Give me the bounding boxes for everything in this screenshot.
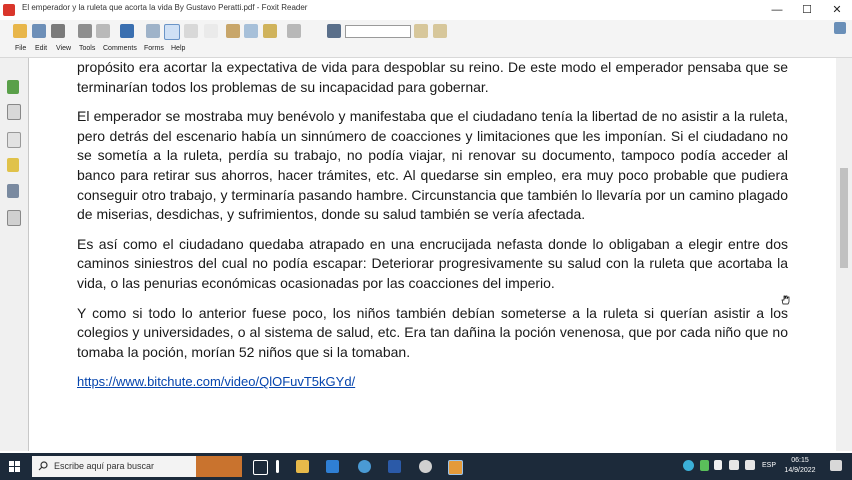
taskbar-search-placeholder: Escribe aquí para buscar bbox=[54, 461, 155, 471]
search-icon bbox=[38, 461, 48, 471]
volume-icon[interactable] bbox=[745, 460, 755, 470]
clock-time: 06:15 bbox=[791, 457, 809, 464]
navigation-panel bbox=[0, 58, 29, 451]
hand-cursor-icon bbox=[781, 295, 790, 305]
help-tray-icon[interactable] bbox=[683, 460, 694, 471]
comment-icon[interactable] bbox=[244, 24, 258, 38]
snapshot-icon[interactable] bbox=[146, 24, 160, 38]
search-input[interactable] bbox=[345, 25, 411, 38]
language-indicator[interactable]: ESP bbox=[762, 462, 776, 469]
title-bar: El emperador y la ruleta que acorta la v… bbox=[0, 0, 852, 21]
file-explorer-icon[interactable] bbox=[296, 460, 309, 473]
foxit-app-icon bbox=[3, 4, 15, 16]
toolbar-options-icon[interactable] bbox=[834, 22, 846, 34]
chevron-up-icon[interactable] bbox=[714, 460, 722, 470]
taskbar: Escribe aquí para buscar ESP 06:15 14/9/… bbox=[0, 453, 852, 480]
menu-file[interactable]: File bbox=[15, 45, 26, 52]
stamp-icon[interactable] bbox=[263, 24, 277, 38]
document-page: propósito era acortar la expectativa de … bbox=[30, 58, 836, 451]
task-view-icon[interactable] bbox=[253, 460, 268, 475]
signatures-icon[interactable] bbox=[7, 210, 21, 226]
paragraph: El emperador se mostraba muy benévolo y … bbox=[77, 108, 788, 223]
maximize-button[interactable]: ☐ bbox=[792, 0, 822, 20]
menu-tools[interactable]: Tools bbox=[79, 45, 95, 52]
menu-comments[interactable]: Comments bbox=[103, 45, 137, 52]
store-icon[interactable] bbox=[326, 460, 339, 473]
clock[interactable]: 06:15 14/9/2022 bbox=[780, 456, 820, 476]
print-icon[interactable] bbox=[51, 24, 65, 38]
attachments-icon[interactable] bbox=[7, 184, 19, 198]
document-text: propósito era acortar la expectativa de … bbox=[77, 58, 788, 402]
paragraph: Y como si todo lo anterior fuese poco, l… bbox=[77, 304, 788, 360]
save-icon[interactable] bbox=[32, 24, 46, 38]
sign-icon[interactable] bbox=[287, 24, 301, 38]
search-highlight-image bbox=[196, 456, 242, 477]
toolbar bbox=[0, 20, 852, 43]
minimize-button[interactable]: — bbox=[762, 0, 792, 20]
menu-forms[interactable]: Forms bbox=[144, 45, 164, 52]
select-text-icon[interactable] bbox=[184, 24, 198, 38]
scrollbar-thumb[interactable] bbox=[840, 168, 848, 268]
word-icon[interactable] bbox=[388, 460, 401, 473]
app-icon[interactable] bbox=[419, 460, 432, 473]
open-icon[interactable] bbox=[13, 24, 27, 38]
menu-help[interactable]: Help bbox=[171, 45, 185, 52]
windows-start-icon[interactable] bbox=[9, 461, 20, 472]
find-icon[interactable] bbox=[327, 24, 341, 38]
pages-icon[interactable] bbox=[7, 104, 21, 120]
menu-edit[interactable]: Edit bbox=[35, 45, 47, 52]
bookmarks-icon[interactable] bbox=[7, 80, 19, 94]
select-tool-icon[interactable] bbox=[204, 24, 218, 38]
taskbar-divider-icon bbox=[276, 460, 279, 473]
paragraph: Es así como el ciudadano quedaba atrapad… bbox=[77, 235, 788, 291]
hand-tool-icon[interactable] bbox=[164, 24, 180, 40]
security-tray-icon[interactable] bbox=[700, 460, 709, 471]
vertical-scrollbar[interactable] bbox=[836, 58, 852, 451]
video-link[interactable]: https://www.bitchute.com/video/QlOFuvT5k… bbox=[77, 374, 355, 389]
layers-icon[interactable] bbox=[7, 132, 21, 148]
browser-icon[interactable] bbox=[358, 460, 371, 473]
search-next-icon[interactable] bbox=[433, 24, 447, 38]
notifications-icon[interactable] bbox=[830, 460, 842, 471]
foxit-taskbar-icon[interactable] bbox=[448, 460, 463, 475]
search-previous-icon[interactable] bbox=[414, 24, 428, 38]
paragraph: propósito era acortar la expectativa de … bbox=[77, 59, 788, 95]
clock-date: 14/9/2022 bbox=[784, 467, 816, 474]
email-icon[interactable] bbox=[78, 24, 92, 38]
typewriter-icon[interactable] bbox=[226, 24, 240, 38]
comments-panel-icon[interactable] bbox=[7, 158, 19, 172]
close-button[interactable]: ✕ bbox=[822, 0, 852, 20]
menu-bar: File Edit View Tools Comments Forms Help bbox=[0, 43, 852, 58]
network-icon[interactable] bbox=[729, 460, 739, 470]
window-title: El emperador y la ruleta que acorta la v… bbox=[22, 3, 308, 12]
scan-icon[interactable] bbox=[96, 24, 110, 38]
taskbar-search[interactable]: Escribe aquí para buscar bbox=[32, 456, 242, 477]
create-pdf-icon[interactable] bbox=[120, 24, 134, 38]
menu-view[interactable]: View bbox=[56, 45, 71, 52]
